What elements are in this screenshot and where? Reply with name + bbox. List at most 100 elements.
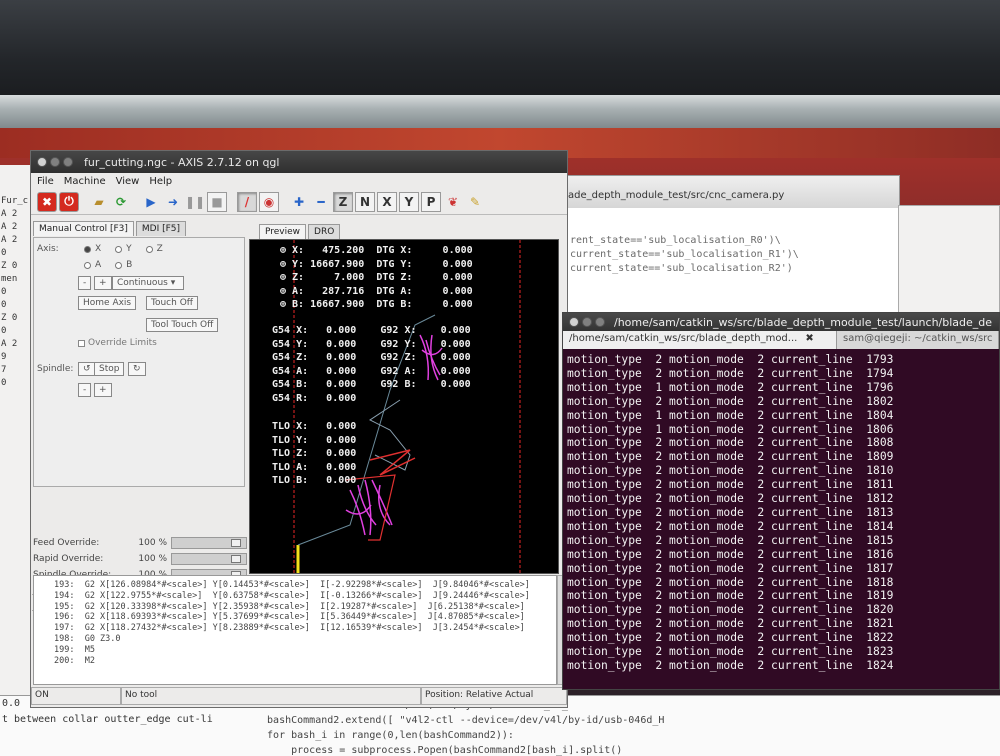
bottom-left-line: t between collar outter_edge cut-li [2,714,213,725]
axis-titlebar[interactable]: fur_cutting.ngc - AXIS 2.7.12 on qgl [31,151,567,173]
editor-window[interactable]: ade_depth_module_test/src/cnc_camera.py … [555,175,900,313]
tool-touch-off-button[interactable]: Tool Touch Off [146,318,219,332]
close-window-button[interactable] [37,157,47,167]
dro-tool-offsets: TLO X: 0.000 TLO Y: 0.000 TLO Z: 0.000 TLO … [272,420,356,488]
background-window-right[interactable] [898,205,1000,315]
toolbar: ✖ ⏻ ▰ ⟳ ▶ ➜ ❚❚ ■ / ◉ ✚ ━ Z N X Y P ❦ ✎ [31,189,567,215]
override-limits-checkbox[interactable]: Override Limits [78,338,157,348]
slider-label: Rapid Override: [33,554,104,564]
gcode-line[interactable]: 197: G2 X[118.27432*#<scale>] Y[8.23889*… [54,623,556,634]
left-window-line: 7 [1,365,7,375]
gcode-line[interactable]: 200: M2 [54,656,556,667]
optional-stop-icon[interactable]: ◉ [259,191,279,212]
close-window-button[interactable] [569,317,579,327]
axis-radio-x[interactable]: X [84,244,101,254]
tab-preview[interactable]: Preview [259,224,307,239]
power-icon[interactable]: ⏻ [59,191,79,212]
slider-track[interactable] [171,537,247,549]
left-window-line: Fur_c [1,196,29,206]
terminal-line: motion_type 2 motion_mode 2 current_line… [567,464,894,478]
slider-value: 100 % [138,538,167,548]
home-axis-button[interactable]: Home Axis [78,296,137,310]
gcode-line[interactable]: 198: G0 Z3.0 [54,634,556,645]
minimize-window-button[interactable] [582,317,592,327]
axis-window[interactable]: fur_cutting.ngc - AXIS 2.7.12 on qgl Fil… [30,150,568,708]
estop-icon[interactable]: ✖ [37,191,57,212]
terminal-line: motion_type 2 motion_mode 2 current_line… [567,547,894,561]
background-window-left[interactable]: Fur_c A 2 A 2 A 2 0 Z 0 men 0 0 Z 0 0 A 2 9 7 0 [0,165,32,735]
spindle-cw-icon[interactable]: ↻ [128,362,146,376]
jog-mode-select[interactable]: Continuous ▾ [112,276,184,290]
minimize-window-button[interactable] [50,157,60,167]
terminal-tab-inactive[interactable]: sam@qiegeji: ~/catkin_ws/src [837,331,999,349]
menu-view[interactable]: View [116,176,140,187]
gcode-line[interactable]: 195: G2 X[120.33398*#<scale>] Y[2.35938*… [54,602,556,613]
gcode-line[interactable]: 194: G2 X[122.9755*#<scale>] Y[0.63758*#… [54,591,556,602]
spindle-ccw-icon[interactable]: ↺ [78,362,96,376]
left-window-line: Z 0 [1,261,18,271]
dro-position-row: ⊕ Y: 16667.900 DTG Y: 0.000 [280,258,473,270]
spindle-plus-button[interactable]: + [94,383,112,397]
menu-help[interactable]: Help [149,176,172,187]
axis-radio-a[interactable]: A [84,260,101,270]
axis-radio-z[interactable]: Z [145,244,163,254]
spindle-stop-button[interactable]: Stop [94,362,124,376]
view-z-button[interactable]: Z [333,191,353,212]
left-window-line: 0 [1,326,7,336]
touch-off-button[interactable]: Touch Off [146,296,198,310]
axis-radio-b[interactable]: B [115,260,132,270]
gcode-listing[interactable]: 193: G2 X[126.08984*#<scale>] Y[0.14453*… [33,575,557,685]
clear-icon[interactable]: ✎ [465,192,485,212]
open-icon[interactable]: ▰ [89,192,109,212]
run-icon[interactable]: ▶ [141,192,161,212]
spindle-minus-button[interactable]: - [78,383,92,397]
maximize-window-button[interactable] [63,157,73,167]
tool-status: No tool [121,687,421,705]
view-z2-button[interactable]: N [355,191,375,212]
terminal-window[interactable]: /home/sam/catkin_ws/src/blade_depth_modu… [562,312,1000,690]
monitor-bezel [0,95,1000,129]
machine-state: ON [31,687,121,705]
rotate-icon[interactable]: ❦ [443,192,463,212]
left-window-line: Z 0 [1,313,18,323]
axis-label: Axis: [37,244,59,254]
terminal-output[interactable]: motion_type 2 motion_mode 2 current_line… [563,349,999,673]
tab-mdi[interactable]: MDI [F5] [135,221,187,236]
gcode-line[interactable]: 199: M5 [54,645,556,656]
menu-machine[interactable]: Machine [64,176,106,187]
terminal-line: motion_type 2 motion_mode 2 current_line… [567,645,894,659]
slider-thumb[interactable] [231,555,241,563]
menu-file[interactable]: File [37,176,54,187]
block-delete-icon[interactable]: / [237,191,257,212]
zoom-in-icon[interactable]: ✚ [289,192,309,212]
jog-plus-button[interactable]: + [94,276,112,290]
preview-canvas[interactable]: ⊕ X: 475.200 DTG X: 0.000 ⊕ Y: 16667.900 … [249,239,559,574]
slider-track[interactable] [171,553,247,565]
maximize-window-button[interactable] [595,317,605,327]
view-x-button[interactable]: X [377,191,397,212]
step-icon[interactable]: ➜ [163,192,183,212]
window-title: fur_cutting.ngc - AXIS 2.7.12 on qgl [84,155,280,169]
terminal-tab-active[interactable]: /home/sam/catkin_ws/src/blade_depth_mod.… [563,331,838,349]
jog-minus-button[interactable]: - [78,276,92,290]
stop-icon[interactable]: ■ [207,191,227,212]
pause-icon[interactable]: ❚❚ [185,192,205,212]
manual-control-area: Axis: X Y Z A B - + Continuous ▾ Home Ax… [33,237,245,487]
tab-dro[interactable]: DRO [308,224,341,239]
dro-tlo-row: TLO Y: 0.000 [272,434,357,446]
zoom-out-icon[interactable]: ━ [311,192,331,212]
view-y-button[interactable]: Y [399,191,419,212]
terminal-titlebar[interactable]: /home/sam/catkin_ws/src/blade_depth_modu… [563,313,999,331]
gcode-line[interactable]: 196: G2 X[118.69393*#<scale>] Y[5.37699*… [54,612,556,623]
editor-code-line: rent_state=='sub_localisation_R0')\ [570,235,781,246]
axis-radio-y[interactable]: Y [115,244,132,254]
terminal-line: motion_type 2 motion_mode 2 current_line… [567,505,894,519]
tab-manual-control[interactable]: Manual Control [F3] [33,221,134,236]
view-p-button[interactable]: P [421,191,441,212]
close-icon[interactable]: ✖ [805,333,813,344]
gcode-line[interactable]: 193: G2 X[126.08984*#<scale>] Y[0.14453*… [54,580,556,591]
terminal-line: motion_type 2 motion_mode 2 current_line… [567,436,894,450]
reload-icon[interactable]: ⟳ [111,192,131,212]
bottom-code-line: process = subprocess.Popen(bashCommand2[… [255,745,623,756]
slider-thumb[interactable] [231,539,241,547]
